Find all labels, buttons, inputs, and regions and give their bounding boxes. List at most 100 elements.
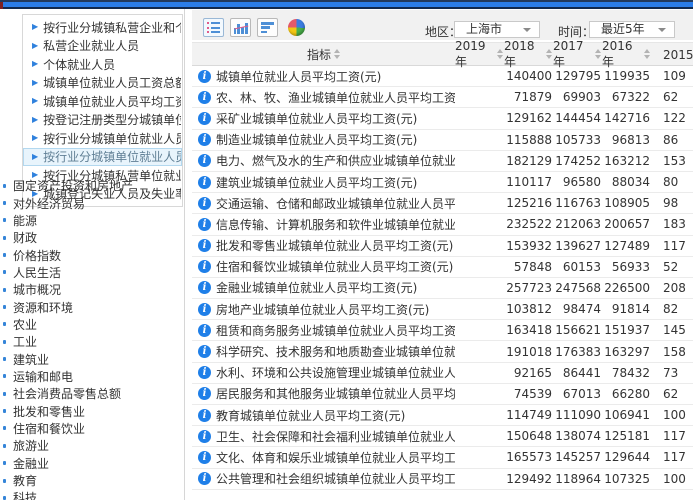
sidebar-sub-item[interactable]: ▶ 个体就业人员 bbox=[23, 55, 182, 74]
value-cell-2015: 100 bbox=[651, 408, 693, 422]
info-icon[interactable]: i bbox=[198, 218, 211, 231]
table-row[interactable]: i 金融业城镇单位就业人员平均工资(元) 257723 247568 22650… bbox=[192, 278, 693, 299]
sidebar-category-item[interactable]: 旅游业 bbox=[0, 437, 184, 454]
table-header-row: 指标 2019年 2018年 2017年 2016年 2015年 bbox=[192, 42, 693, 66]
sidebar-category-item[interactable]: 对外经济贸易 bbox=[0, 194, 184, 211]
sort-icon bbox=[334, 49, 340, 59]
bar-chart-view-button[interactable] bbox=[230, 18, 251, 37]
sidebar-sub-item-label: 按行业分城镇单位就业人员平均工资 bbox=[43, 148, 182, 165]
info-icon[interactable]: i bbox=[198, 324, 211, 337]
time-select[interactable]: 最近5年 bbox=[589, 21, 675, 38]
table-row[interactable]: i 科学研究、技术服务和地质勘查业城镇单位就业人员平均工资(元) 191018 … bbox=[192, 341, 693, 362]
horizontal-bars-view-button[interactable] bbox=[257, 18, 278, 37]
table-row[interactable]: i 交通运输、仓储和邮政业城镇单位就业人员平均工资(元) 125216 1167… bbox=[192, 193, 693, 214]
table-row[interactable]: i 采矿业城镇单位就业人员平均工资(元) 129162 144454 14271… bbox=[192, 108, 693, 129]
info-icon[interactable]: i bbox=[198, 345, 211, 358]
table-row[interactable]: i 水利、环境和公共设施管理业城镇单位就业人员平均工资(元) 92165 864… bbox=[192, 363, 693, 384]
column-header-2017[interactable]: 2017年 bbox=[553, 39, 602, 70]
sidebar-sub-item[interactable]: ▶ 按行业分城镇单位就业人员平均工资 bbox=[23, 148, 182, 167]
table-row[interactable]: i 教育城镇单位就业人员平均工资(元) 114749 111090 106941… bbox=[192, 405, 693, 426]
value-cell-2016: 142716 bbox=[602, 111, 651, 125]
table-row[interactable]: i 公共管理和社会组织城镇单位就业人员平均工资(元) 129492 118964… bbox=[192, 469, 693, 490]
info-icon[interactable]: i bbox=[198, 260, 211, 273]
list-view-button[interactable] bbox=[203, 18, 224, 37]
info-icon[interactable]: i bbox=[198, 409, 211, 422]
sidebar-category-item[interactable]: 建筑业 bbox=[0, 350, 184, 367]
info-icon[interactable]: i bbox=[198, 133, 211, 146]
column-header-indicator[interactable]: 指标 bbox=[192, 46, 455, 63]
info-icon[interactable]: i bbox=[198, 154, 211, 167]
info-icon[interactable]: i bbox=[198, 472, 211, 485]
info-icon[interactable]: i bbox=[198, 176, 211, 189]
table-row[interactable]: i 制造业城镇单位就业人员平均工资(元) 115888 105733 96813… bbox=[192, 130, 693, 151]
column-header-2015[interactable]: 2015年 bbox=[651, 46, 693, 63]
sidebar: ▶ 按行业分城镇私营企业和个体就业人员 ▶ 私营企业就业人员 ▶ 个体就业人员 … bbox=[0, 9, 184, 500]
sidebar-category-item[interactable]: 工业 bbox=[0, 333, 184, 350]
bar-chart-icon bbox=[234, 22, 248, 34]
info-icon[interactable]: i bbox=[198, 366, 211, 379]
sidebar-category-item[interactable]: 固定资产投资和房地产 bbox=[0, 177, 184, 194]
info-icon[interactable]: i bbox=[198, 281, 211, 294]
sidebar-category-item[interactable]: 金融业 bbox=[0, 455, 184, 472]
table-row[interactable]: i 建筑业城镇单位就业人员平均工资(元) 110117 96580 88034 … bbox=[192, 172, 693, 193]
info-icon[interactable]: i bbox=[198, 112, 211, 125]
sidebar-category-item[interactable]: 城市概况 bbox=[0, 281, 184, 298]
pie-chart-view-button[interactable] bbox=[288, 19, 305, 36]
sidebar-sub-item[interactable]: ▶ 城镇单位就业人员工资总额和指数 bbox=[23, 74, 182, 93]
sidebar-sub-item[interactable]: ▶ 城镇单位就业人员平均工资和指数 bbox=[23, 92, 182, 111]
value-cell-2015: 208 bbox=[651, 281, 693, 295]
column-header-2019[interactable]: 2019年 bbox=[455, 39, 504, 70]
table-row[interactable]: i 批发和零售业城镇单位就业人员平均工资(元) 153932 139627 12… bbox=[192, 236, 693, 257]
sidebar-category-item[interactable]: 资源和环境 bbox=[0, 298, 184, 315]
sidebar-category-item[interactable]: 教育 bbox=[0, 472, 184, 489]
value-cell-2016: 226500 bbox=[602, 281, 651, 295]
bullet-icon bbox=[3, 357, 6, 361]
sidebar-category-item[interactable]: 价格指数 bbox=[0, 246, 184, 263]
sidebar-category-item[interactable]: 科技 bbox=[0, 489, 184, 500]
value-cell-2017: 212063 bbox=[553, 217, 602, 231]
table-row[interactable]: i 农、林、牧、渔业城镇单位就业人员平均工资(元) 71879 69903 67… bbox=[192, 87, 693, 108]
region-select[interactable]: 上海市 bbox=[454, 21, 540, 38]
sidebar-sub-item[interactable]: ▶ 按行业分城镇私营企业和个体就业人员 bbox=[23, 18, 182, 37]
info-icon[interactable]: i bbox=[198, 239, 211, 252]
column-header-2018[interactable]: 2018年 bbox=[504, 39, 553, 70]
table-row[interactable]: i 文化、体育和娱乐业城镇单位就业人员平均工资(元) 165573 145257… bbox=[192, 447, 693, 468]
table-row[interactable]: i 城镇单位就业人员平均工资(元) 140400 129795 119935 1… bbox=[192, 66, 693, 87]
sidebar-category-item[interactable]: 运输和邮电 bbox=[0, 368, 184, 385]
bullet-icon bbox=[3, 218, 6, 222]
sidebar-sub-item[interactable]: ▶ 按登记注册类型分城镇单位就业人员平均工 bbox=[23, 111, 182, 130]
info-icon[interactable]: i bbox=[198, 91, 211, 104]
sidebar-category-item[interactable]: 批发和零售业 bbox=[0, 402, 184, 419]
indicator-cell: i 交通运输、仓储和邮政业城镇单位就业人员平均工资(元) bbox=[192, 195, 455, 212]
sidebar-category-item[interactable]: 住宿和餐饮业 bbox=[0, 420, 184, 437]
table-row[interactable]: i 信息传输、计算机服务和软件业城镇单位就业人员平均工资(元) 232522 2… bbox=[192, 214, 693, 235]
value-cell-2018: 115888 bbox=[504, 133, 553, 147]
info-icon[interactable]: i bbox=[198, 387, 211, 400]
table-row[interactable]: i 电力、燃气及水的生产和供应业城镇单位就业人员平均工资(元) 182129 1… bbox=[192, 151, 693, 172]
table-row[interactable]: i 房地产业城镇单位就业人员平均工资(元) 103812 98474 91814… bbox=[192, 299, 693, 320]
sidebar-sub-item[interactable]: ▶ 私营企业就业人员 bbox=[23, 37, 182, 56]
info-icon[interactable]: i bbox=[198, 430, 211, 443]
value-cell-2017: 145257 bbox=[553, 450, 602, 464]
table-row[interactable]: i 卫生、社会保障和社会福利业城镇单位就业人员平均工资(元) 150648 13… bbox=[192, 426, 693, 447]
value-cell-2015: 86 bbox=[651, 133, 693, 147]
info-icon[interactable]: i bbox=[198, 70, 211, 83]
value-cell-2017: 60153 bbox=[553, 260, 602, 274]
sidebar-category-item[interactable]: 农业 bbox=[0, 316, 184, 333]
sidebar-category-item[interactable]: 财政 bbox=[0, 229, 184, 246]
value-cell-2016: 127489 bbox=[602, 239, 651, 253]
info-icon[interactable]: i bbox=[198, 451, 211, 464]
table-row[interactable]: i 租赁和商务服务业城镇单位就业人员平均工资(元) 163418 156621 … bbox=[192, 320, 693, 341]
info-icon[interactable]: i bbox=[198, 303, 211, 316]
sidebar-sub-item[interactable]: ▶ 按行业分城镇单位就业人员工资总额 bbox=[23, 129, 182, 148]
sidebar-category-item[interactable]: 能源 bbox=[0, 212, 184, 229]
value-cell-2018: 140400 bbox=[504, 69, 553, 83]
info-icon[interactable]: i bbox=[198, 197, 211, 210]
column-header-2016[interactable]: 2016年 bbox=[602, 39, 651, 70]
table-row[interactable]: i 住宿和餐饮业城镇单位就业人员平均工资(元) 57848 60153 5693… bbox=[192, 257, 693, 278]
indicator-cell: i 农、林、牧、渔业城镇单位就业人员平均工资(元) bbox=[192, 89, 455, 106]
indicator-label: 采矿业城镇单位就业人员平均工资(元) bbox=[216, 110, 417, 127]
table-row[interactable]: i 居民服务和其他服务业城镇单位就业人员平均工资(元) 74539 67013 … bbox=[192, 384, 693, 405]
sidebar-category-item[interactable]: 社会消费品零售总额 bbox=[0, 385, 184, 402]
sidebar-category-item[interactable]: 人民生活 bbox=[0, 264, 184, 281]
